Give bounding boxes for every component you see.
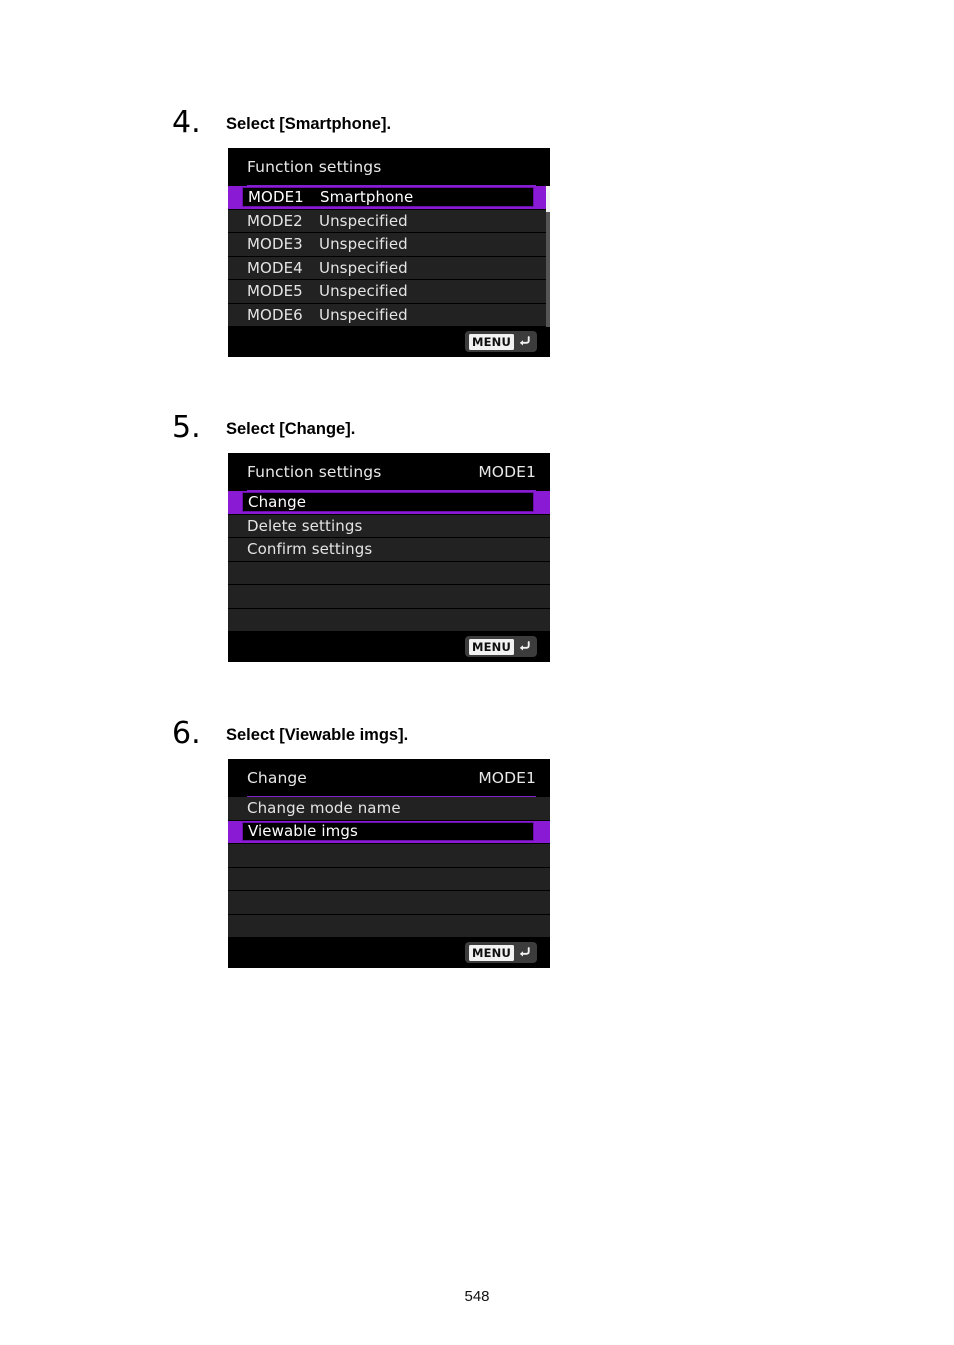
menu-row-confirm-settings[interactable]: Confirm settings [228,538,550,562]
menu-row-delete-settings[interactable]: Delete settings [228,514,550,538]
menu-row-empty[interactable] [228,914,550,938]
selection-box: Viewable imgs [242,821,534,841]
menu-row-value: Viewable imgs [248,822,358,841]
step-title: Select [Smartphone]. [226,115,392,133]
step-heading: 5. Select [Change]. [172,413,355,443]
step-block-6: 6. Select [Viewable imgs]. Change MODE1 … [172,719,550,968]
screen-title-mode: MODE1 [478,769,536,787]
step-title: Select [Change]. [226,420,356,438]
menu-list: MODE1 Smartphone MODE2 Unspecified MODE3… [228,186,550,327]
screen-title-mode: MODE1 [478,463,536,481]
menu-button-label: MENU [468,333,514,350]
menu-row-empty[interactable] [228,844,550,868]
menu-row-value: Smartphone [320,187,414,206]
scrollbar-thumb[interactable] [546,186,550,212]
camera-screen-change-select: Function settings MODE1 Change Delete se… [228,453,550,662]
menu-row-empty[interactable] [228,561,550,585]
screen-title-text: Change [247,769,307,787]
return-arrow-icon [519,947,530,957]
return-arrow-icon [519,641,530,651]
screen-title-bar: Change MODE1 [228,759,550,797]
menu-back-button[interactable]: MENU [464,942,537,963]
screen-title-bar: Function settings MODE1 [228,453,550,491]
step-block-4: 4. Select [Smartphone]. Function setting… [172,108,550,357]
menu-row-mode6[interactable]: MODE6 Unspecified [228,303,550,327]
step-number: 5. [172,410,201,445]
screen-footer-bar: MENU [228,938,550,968]
menu-row-empty[interactable] [228,867,550,891]
step-number: 6. [172,716,201,751]
menu-row-value: Unspecified [319,258,408,277]
screen-title-text: Function settings [247,463,382,481]
menu-row-value: Delete settings [247,516,363,535]
menu-row-mode3[interactable]: MODE3 Unspecified [228,233,550,257]
menu-row-value: Change mode name [247,799,401,818]
menu-row-mode1[interactable]: MODE1 Smartphone [228,186,550,210]
menu-row-mode-label: MODE5 [247,282,303,301]
menu-row-mode-label: MODE2 [247,211,303,230]
menu-row-viewable-imgs[interactable]: Viewable imgs [228,820,550,844]
menu-row-empty[interactable] [228,891,550,915]
menu-button-label: MENU [468,638,514,655]
screen-title-bar: Function settings [228,148,550,186]
step-block-5: 5. Select [Change]. Function settings MO… [172,413,550,662]
menu-row-change[interactable]: Change [228,491,550,515]
menu-row-mode-label: MODE6 [247,305,303,324]
screen-footer-bar: MENU [228,632,550,662]
menu-row-mode-label: MODE3 [247,235,303,254]
menu-list: Change Delete settings Confirm settings [228,491,550,632]
page-number: 548 [464,1288,490,1305]
menu-row-mode4[interactable]: MODE4 Unspecified [228,256,550,280]
menu-row-value: Confirm settings [247,540,373,559]
menu-row-change-mode-name[interactable]: Change mode name [228,797,550,821]
step-title: Select [Viewable imgs]. [226,726,409,744]
camera-screen-smartphone-select: Function settings MODE1 Smartphone MODE2… [228,148,550,357]
menu-list: Change mode name Viewable imgs [228,797,550,938]
step-heading: 4. Select [Smartphone]. [172,108,391,138]
menu-row-value: Unspecified [319,282,408,301]
menu-row-value: Unspecified [319,211,408,230]
menu-row-mode5[interactable]: MODE5 Unspecified [228,280,550,304]
selection-box: MODE1 Smartphone [242,187,534,207]
menu-row-mode2[interactable]: MODE2 Unspecified [228,209,550,233]
menu-row-empty[interactable] [228,585,550,609]
step-number: 4. [172,105,201,140]
screen-title-text: Function settings [247,158,382,176]
selection-box: Change [242,492,534,512]
menu-row-mode-label: MODE4 [247,258,303,277]
document-page: 4. Select [Smartphone]. Function setting… [0,0,954,1345]
menu-row-mode-label: MODE1 [248,187,304,206]
camera-screen-viewable-imgs-select: Change MODE1 Change mode name Viewable i… [228,759,550,968]
return-arrow-icon [519,336,530,346]
menu-row-value: Change [248,492,307,511]
menu-back-button[interactable]: MENU [464,331,537,352]
menu-row-value: Unspecified [319,235,408,254]
step-heading: 6. Select [Viewable imgs]. [172,719,408,749]
menu-row-empty[interactable] [228,608,550,632]
menu-row-value: Unspecified [319,305,408,324]
menu-button-label: MENU [468,944,514,961]
screen-footer-bar: MENU [228,327,550,357]
menu-back-button[interactable]: MENU [464,636,537,657]
scrollbar[interactable] [546,186,550,327]
